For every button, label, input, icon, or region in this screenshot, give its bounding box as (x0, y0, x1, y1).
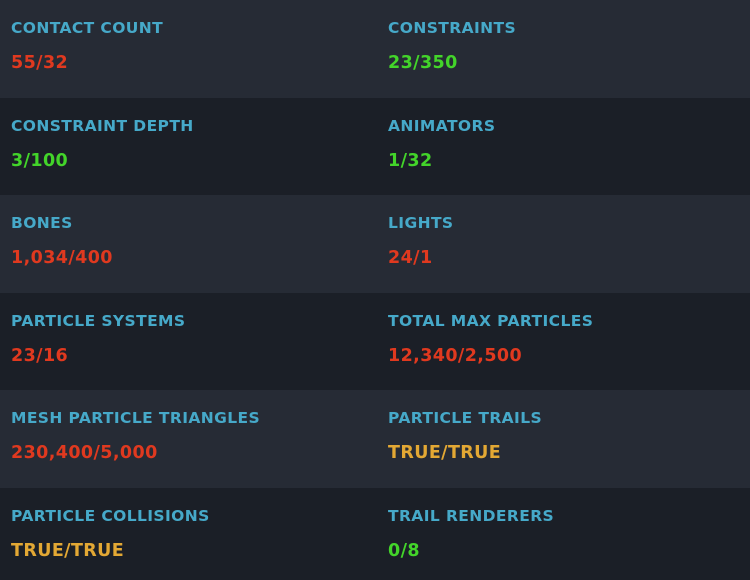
stat-value: 24/1 (388, 248, 433, 269)
stats-row: CONTACT COUNT 55/32 CONSTRAINTS 23/350 (0, 0, 750, 98)
stat-bones: BONES 1,034/400 (0, 195, 375, 293)
stat-contact-count: CONTACT COUNT 55/32 (0, 0, 375, 98)
stat-label: LIGHTS (388, 214, 454, 233)
stat-constraints: CONSTRAINTS 23/350 (375, 0, 750, 98)
stats-row: CONSTRAINT DEPTH 3/100 ANIMATORS 1/32 (0, 97, 750, 196)
performance-stats-panel: CONTACT COUNT 55/32 CONSTRAINTS 23/350 C… (0, 0, 750, 580)
stat-value: 12,340/2,500 (388, 345, 523, 366)
stat-label: PARTICLE TRAILS (388, 409, 543, 428)
stat-particle-collisions: PARTICLE COLLISIONS TRUE/TRUE (0, 488, 375, 580)
stat-total-max-particles: TOTAL MAX PARTICLES 12,340/2,500 (375, 293, 750, 391)
stats-row: BONES 1,034/400 LIGHTS 24/1 (0, 195, 750, 293)
stat-lights: LIGHTS 24/1 (375, 195, 750, 293)
stat-value: 1,034/400 (11, 248, 113, 269)
stat-value: 0/8 (388, 540, 420, 561)
stat-constraint-depth: CONSTRAINT DEPTH 3/100 (0, 98, 375, 196)
stats-row: PARTICLE COLLISIONS TRUE/TRUE TRAIL REND… (0, 487, 750, 580)
stat-value: 1/32 (388, 150, 433, 171)
stat-label: CONTACT COUNT (11, 19, 164, 37)
stat-label: CONSTRAINT DEPTH (11, 116, 194, 135)
stat-label: TRAIL RENDERERS (388, 506, 555, 525)
stat-value: 23/16 (11, 345, 69, 366)
stat-animators: ANIMATORS 1/32 (375, 98, 750, 196)
stat-label: PARTICLE COLLISIONS (11, 506, 210, 525)
stat-value: TRUE/TRUE (11, 540, 125, 561)
stat-particle-trails: PARTICLE TRAILS TRUE/TRUE (375, 390, 750, 488)
stat-particle-systems: PARTICLE SYSTEMS 23/16 (0, 293, 375, 391)
stat-trail-renderers: TRAIL RENDERERS 0/8 (375, 488, 750, 580)
stat-value: 3/100 (11, 150, 69, 171)
stat-label: BONES (11, 214, 73, 233)
stat-label: ANIMATORS (388, 116, 496, 135)
stat-value: 55/32 (11, 53, 69, 73)
stat-label: PARTICLE SYSTEMS (11, 311, 186, 330)
stats-row: PARTICLE SYSTEMS 23/16 TOTAL MAX PARTICL… (0, 292, 750, 391)
stat-label: MESH PARTICLE TRIANGLES (11, 409, 261, 428)
stat-label: TOTAL MAX PARTICLES (388, 311, 594, 330)
stat-value: TRUE/TRUE (388, 443, 502, 464)
stat-value: 230,400/5,000 (11, 443, 158, 464)
stat-value: 23/350 (388, 53, 458, 73)
stats-row: MESH PARTICLE TRIANGLES 230,400/5,000 PA… (0, 390, 750, 488)
stat-label: CONSTRAINTS (388, 19, 517, 37)
stat-mesh-particle-triangles: MESH PARTICLE TRIANGLES 230,400/5,000 (0, 390, 375, 488)
